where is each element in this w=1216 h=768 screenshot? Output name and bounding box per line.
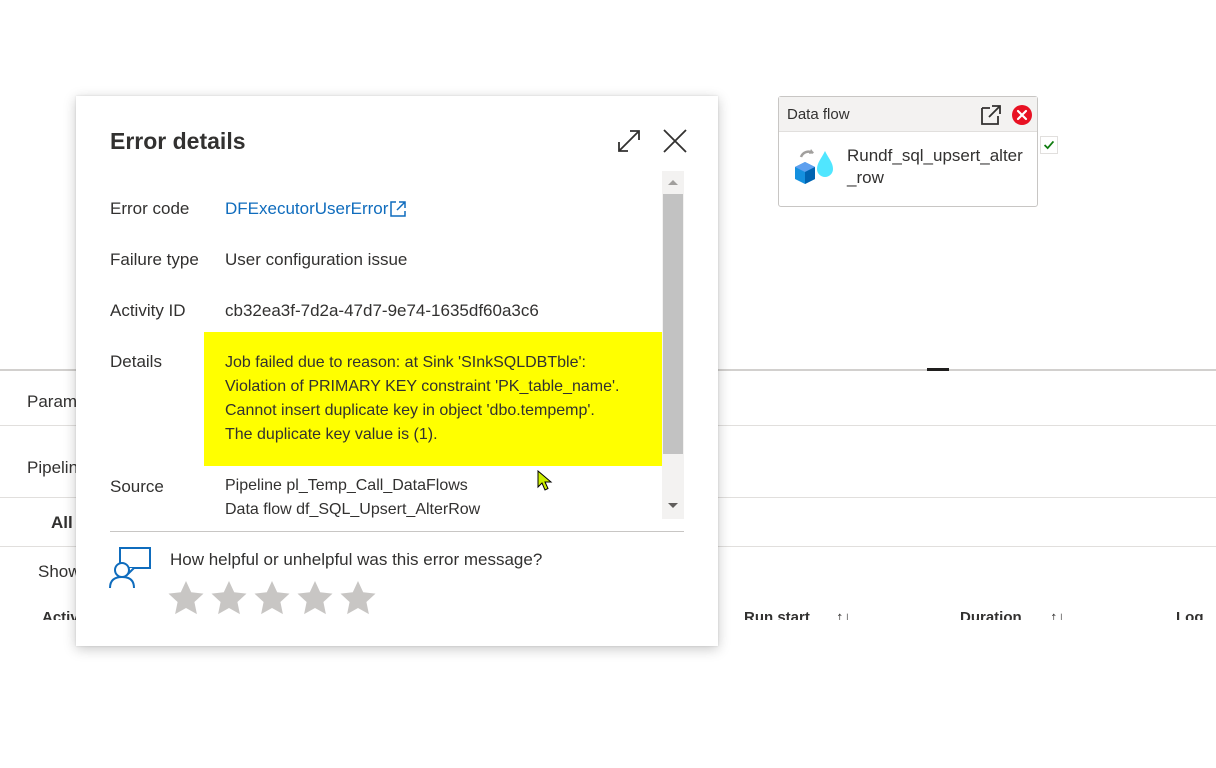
star-icon[interactable] xyxy=(211,580,247,616)
source-label: Source xyxy=(110,477,164,496)
sort-icon[interactable]: ↑↓ xyxy=(1050,608,1065,620)
details-line: The duplicate key value is (1). xyxy=(225,426,438,443)
details-line: Violation of PRIMARY KEY constraint 'PK_… xyxy=(225,378,620,395)
feedback-person-icon xyxy=(109,547,151,589)
open-external-icon[interactable] xyxy=(979,103,1003,127)
error-status-icon[interactable] xyxy=(1011,104,1033,126)
failure-type-label: Failure type xyxy=(110,250,199,269)
column-log[interactable]: Log xyxy=(1176,608,1204,620)
scroll-down-arrow-icon[interactable] xyxy=(662,498,684,514)
star-icon[interactable] xyxy=(254,580,290,616)
error-code-link[interactable]: DFExecutorUserError xyxy=(225,199,388,219)
success-checkbox-icon[interactable] xyxy=(1040,136,1058,154)
error-code-label: Error code xyxy=(110,199,190,218)
star-icon[interactable] xyxy=(297,580,333,616)
feedback-divider xyxy=(110,531,684,532)
data-flow-node-type: Data flow xyxy=(787,106,850,123)
filter-all-tab[interactable]: All xyxy=(51,513,73,533)
mouse-cursor-icon xyxy=(537,470,553,491)
dialog-title: Error details xyxy=(110,128,246,154)
star-icon[interactable] xyxy=(340,580,376,616)
splitter-handle[interactable] xyxy=(927,368,949,371)
details-line: Job failed due to reason: at Sink 'SInkS… xyxy=(225,354,586,371)
error-details-body[interactable]: Error code DFExecutorUserError Failure t… xyxy=(76,171,718,519)
column-run-start[interactable]: Run start xyxy=(744,608,810,620)
details-label: Details xyxy=(110,352,162,371)
pipeline-run-label: Pipelin xyxy=(27,458,79,477)
feedback-question: How helpful or unhelpful was this error … xyxy=(170,550,543,569)
source-pipeline: Pipeline pl_Temp_Call_DataFlows xyxy=(225,477,468,494)
data-flow-activity-node[interactable]: Data flow Rundf_sql_upsert_alter_row xyxy=(778,96,1038,207)
failure-type-value: User configuration issue xyxy=(225,250,408,269)
close-icon[interactable] xyxy=(662,128,688,154)
activity-id-value: cb32ea3f-7d2a-47d7-9e74-1635df60a3c6 xyxy=(225,301,539,320)
data-flow-node-header: Data flow xyxy=(779,97,1037,132)
activity-id-label: Activity ID xyxy=(110,301,186,320)
scroll-up-arrow-icon[interactable] xyxy=(662,174,684,190)
star-icon[interactable] xyxy=(168,580,204,616)
show-label: Show xyxy=(38,562,81,581)
details-message: Job failed due to reason: at Sink 'SInkS… xyxy=(225,351,655,447)
sort-icon[interactable]: ↑↓ xyxy=(836,608,851,620)
expand-icon[interactable] xyxy=(616,128,642,154)
error-details-dialog: Error details Error code DFExecutorUserE… xyxy=(76,96,718,646)
external-link-icon[interactable] xyxy=(389,200,407,218)
parameters-tab[interactable]: Param xyxy=(27,392,77,412)
data-flow-icon xyxy=(795,149,833,184)
data-flow-activity-name: Rundf_sql_upsert_alter_row xyxy=(847,146,1023,187)
source-data-flow: Data flow df_SQL_Upsert_AlterRow xyxy=(225,501,481,518)
column-duration[interactable]: Duration xyxy=(960,608,1022,620)
star-rating[interactable] xyxy=(168,580,376,616)
scrollbar-thumb[interactable] xyxy=(663,194,683,454)
details-line: Cannot insert duplicate key in object 'd… xyxy=(225,402,595,419)
